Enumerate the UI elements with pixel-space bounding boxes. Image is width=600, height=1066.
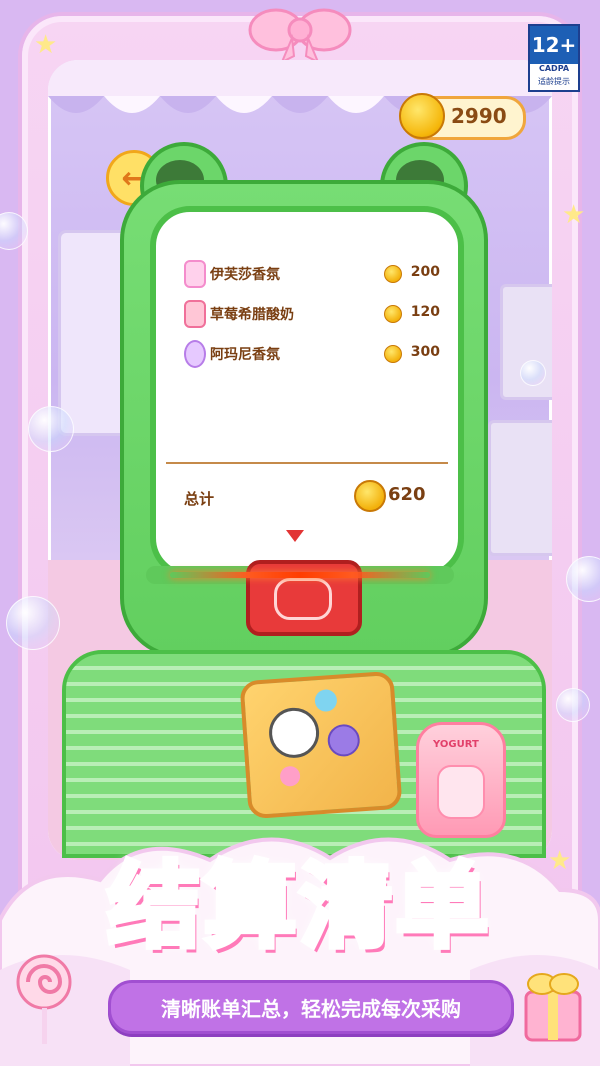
- panda-icon: [267, 706, 321, 760]
- coin-icon: [354, 480, 386, 512]
- lollipop-icon: [16, 954, 72, 1044]
- perfume-flask-icon: [184, 340, 206, 368]
- gift-box-icon: [524, 973, 582, 1042]
- star-icon: ★: [34, 30, 58, 60]
- bow-decoration: [248, 8, 352, 64]
- total-value: 620: [388, 484, 426, 505]
- item-name: 草莓希腊酸奶: [210, 307, 294, 323]
- age-rating-label: 12+: [530, 26, 578, 64]
- receipt-row: 草莓希腊酸奶 120: [184, 300, 440, 328]
- frog-face-icon: [274, 578, 332, 620]
- banner-title: 结算清单: [105, 850, 492, 963]
- flower-icon: [279, 765, 301, 787]
- yogurt-cup-icon: [184, 300, 206, 328]
- sticker-icon: [314, 688, 338, 713]
- coin-balance-value: 2990: [451, 104, 507, 128]
- down-arrow-icon: [286, 530, 304, 542]
- total-label: 总计: [184, 490, 215, 508]
- age-rating-note: 适龄提示: [538, 77, 570, 86]
- coin-balance-badge: 2990: [399, 93, 526, 140]
- age-rating-badge: 12+ CADPA 适龄提示: [528, 24, 580, 92]
- yogurt-label: YOGURT: [433, 739, 479, 750]
- bubble-decoration: [28, 406, 74, 452]
- coin-icon: [384, 345, 402, 363]
- perfume-bottle-icon: [184, 260, 206, 288]
- cookie-box-product[interactable]: [239, 670, 403, 820]
- item-price: 300: [410, 344, 440, 360]
- bubble-decoration: [520, 360, 546, 386]
- coin-icon: [399, 93, 445, 139]
- star-icon: ★: [562, 200, 586, 230]
- banner-subtitle: 清晰账单汇总，轻松完成每次采购: [161, 997, 461, 1021]
- scanner-laser: [170, 572, 430, 578]
- coin-icon: [384, 305, 402, 323]
- item-price: 200: [410, 264, 440, 280]
- receipt-divider: [166, 462, 448, 464]
- bubble-decoration: [6, 596, 60, 650]
- bubble-decoration: [556, 688, 590, 722]
- item-price: 120: [410, 304, 440, 320]
- age-rating-org: CADPA: [538, 64, 570, 73]
- receipt-row: 阿玛尼香氛 300: [184, 340, 440, 368]
- sticker-icon: [326, 723, 361, 758]
- receipt-row: 伊芙莎香氛 200: [184, 260, 440, 288]
- receipt-screen: 伊芙莎香氛 200 草莓希腊酸奶 120 阿玛尼香氛 300 总计 620: [150, 206, 464, 578]
- item-name: 伊芙莎香氛: [210, 267, 280, 283]
- wall-cabinet: [488, 420, 552, 556]
- item-name: 阿玛尼香氛: [210, 347, 280, 363]
- coin-icon: [384, 265, 402, 283]
- banner-subtitle-pill: 清晰账单汇总，轻松完成每次采购: [108, 980, 514, 1034]
